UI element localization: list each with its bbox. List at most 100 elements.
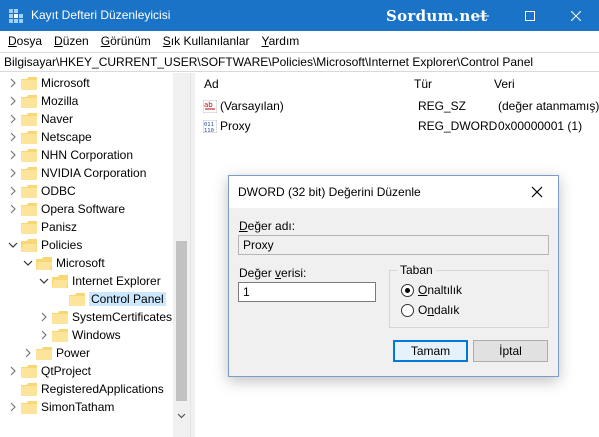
address-bar[interactable]: Bilgisayar\HKEY_CURRENT_USER\SOFTWARE\Po… — [0, 52, 599, 72]
folder-icon — [52, 310, 68, 324]
value-row-default[interactable]: ab (Varsayılan) REG_SZ (değer atanmamış) — [203, 97, 599, 115]
menu-gorunum[interactable]: Görünüm — [95, 34, 157, 48]
scroll-down-arrow-icon[interactable] — [177, 411, 186, 420]
menu-yardim[interactable]: Yardım — [256, 34, 306, 48]
tree-item-qtproject[interactable]: QtProject — [8, 362, 91, 380]
folder-icon — [21, 130, 37, 144]
folder-icon — [21, 184, 37, 198]
chevron-right-icon[interactable] — [39, 312, 49, 322]
value-name: (Varsayılan) — [220, 99, 284, 113]
tree-item-policies-microsoft[interactable]: Microsoft — [23, 254, 105, 272]
dialog-close-icon[interactable] — [529, 184, 545, 200]
maximize-button[interactable] — [507, 0, 553, 31]
tree-item-control-panel[interactable]: Control Panel — [69, 290, 166, 308]
menu-duzen[interactable]: Düzen — [48, 34, 95, 48]
tree-item-panisz[interactable]: Panisz — [21, 218, 77, 236]
tree-item-label: NHN Corporation — [41, 148, 134, 162]
radio-hexadecimal[interactable]: Onaltılık — [401, 283, 462, 297]
value-data-label-b: erisi: — [281, 266, 307, 280]
value-data-input[interactable]: 1 — [238, 282, 376, 302]
tree-item-mozilla[interactable]: Mozilla — [8, 92, 78, 110]
ok-button[interactable]: Tamam — [393, 340, 468, 362]
tree-item-simontatham[interactable]: SimonTatham — [8, 398, 114, 416]
window-title: Kayıt Defteri Düzenleyicisi — [31, 8, 171, 22]
column-header-data[interactable]: Veri — [494, 77, 515, 91]
tree-item-power[interactable]: Power — [23, 344, 90, 362]
pane-splitter[interactable] — [190, 73, 195, 437]
folder-icon — [36, 346, 52, 360]
tree-item-label: Internet Explorer — [72, 274, 161, 288]
tree-item-nvidia-corporation[interactable]: NVIDIA Corporation — [8, 164, 146, 182]
tree-item-label: Opera Software — [41, 202, 126, 216]
tree-item-internet-explorer[interactable]: Internet Explorer — [39, 272, 161, 290]
tree-item-microsoft[interactable]: Microsoft — [8, 74, 90, 92]
value-data-label-a: Değer — [239, 266, 276, 280]
chevron-right-icon[interactable] — [23, 348, 33, 358]
tree-item-label: Power — [56, 346, 91, 360]
minimize-button[interactable] — [461, 0, 507, 31]
chevron-down-icon[interactable] — [8, 240, 18, 250]
folder-icon — [21, 112, 37, 126]
folder-icon — [21, 364, 37, 378]
chevron-right-icon[interactable] — [8, 150, 18, 160]
close-button[interactable] — [553, 0, 599, 31]
folder-icon — [21, 76, 37, 90]
tree-item-label: ODBC — [41, 184, 76, 198]
registry-editor-icon — [9, 9, 23, 23]
string-value-icon: ab — [203, 99, 217, 113]
tree-item-label: NVIDIA Corporation — [41, 166, 147, 180]
chevron-down-icon[interactable] — [39, 276, 49, 286]
menu-dosya[interactable]: Dosya — [2, 34, 48, 48]
tree-item-registeredapplications[interactable]: RegisteredApplications — [21, 380, 164, 398]
tree-item-odbc[interactable]: ODBC — [8, 182, 76, 200]
folder-open-icon — [36, 256, 52, 270]
tree-item-windows[interactable]: Windows — [39, 326, 121, 344]
chevron-right-icon[interactable] — [8, 402, 18, 412]
tree-scrollbar[interactable] — [173, 73, 190, 437]
chevron-right-icon[interactable] — [8, 96, 18, 106]
chevron-right-icon[interactable] — [8, 168, 18, 178]
value-row-proxy[interactable]: 011 110 Proxy REG_DWORD 0x00000001 (1) — [203, 117, 582, 135]
chevron-down-icon[interactable] — [23, 258, 33, 268]
svg-text:110: 110 — [204, 128, 214, 133]
base-group — [389, 270, 549, 328]
radio-decimal[interactable]: Ondalık — [401, 303, 459, 317]
chevron-right-icon[interactable] — [8, 204, 18, 214]
folder-icon — [21, 382, 37, 396]
chevron-right-icon[interactable] — [39, 330, 49, 340]
cancel-button[interactable]: İptal — [473, 340, 548, 362]
radio-hex-indicator[interactable] — [401, 283, 414, 297]
column-header-type[interactable]: Tür — [414, 77, 432, 91]
base-group-title: Taban — [397, 263, 436, 277]
column-header-name[interactable]: Ad — [204, 77, 219, 91]
folder-icon — [21, 400, 37, 414]
value-name-field: Proxy — [238, 235, 549, 255]
chevron-right-icon[interactable] — [8, 78, 18, 88]
tree-item-naver[interactable]: Naver — [8, 110, 73, 128]
menu-sik-kullanilanlar[interactable]: Sık Kullanılanlar — [157, 34, 256, 48]
value-type: REG_DWORD — [418, 119, 498, 133]
value-data: (değer atanmamış) — [498, 99, 599, 113]
tree-item-policies[interactable]: Policies — [8, 236, 82, 254]
tree-item-label: Policies — [41, 238, 83, 252]
value-data: 0x00000001 (1) — [498, 119, 583, 133]
tree-item-opera-software[interactable]: Opera Software — [8, 200, 125, 218]
value-name: Proxy — [220, 119, 251, 133]
folder-icon — [21, 220, 37, 234]
scrollbar-thumb[interactable] — [176, 241, 187, 401]
radio-dec-indicator[interactable] — [401, 303, 414, 317]
tree-item-label: SystemCertificates — [72, 310, 173, 324]
tree-item-label: Control Panel — [89, 292, 166, 306]
chevron-right-icon[interactable] — [8, 186, 18, 196]
tree-item-systemcertificates[interactable]: SystemCertificates — [39, 308, 172, 326]
tree-item-label: Netscape — [41, 130, 92, 144]
chevron-right-icon[interactable] — [8, 366, 18, 376]
tree-item-label: Naver — [41, 112, 74, 126]
tree-item-nhn-corporation[interactable]: NHN Corporation — [8, 146, 133, 164]
key-tree: Microsoft Mozilla Naver Netscape NHN Cor… — [0, 73, 188, 437]
maximize-icon — [525, 10, 535, 21]
tree-item-netscape[interactable]: Netscape — [8, 128, 92, 146]
chevron-right-icon[interactable] — [8, 114, 18, 124]
folder-icon — [52, 328, 68, 342]
chevron-right-icon[interactable] — [8, 132, 18, 142]
